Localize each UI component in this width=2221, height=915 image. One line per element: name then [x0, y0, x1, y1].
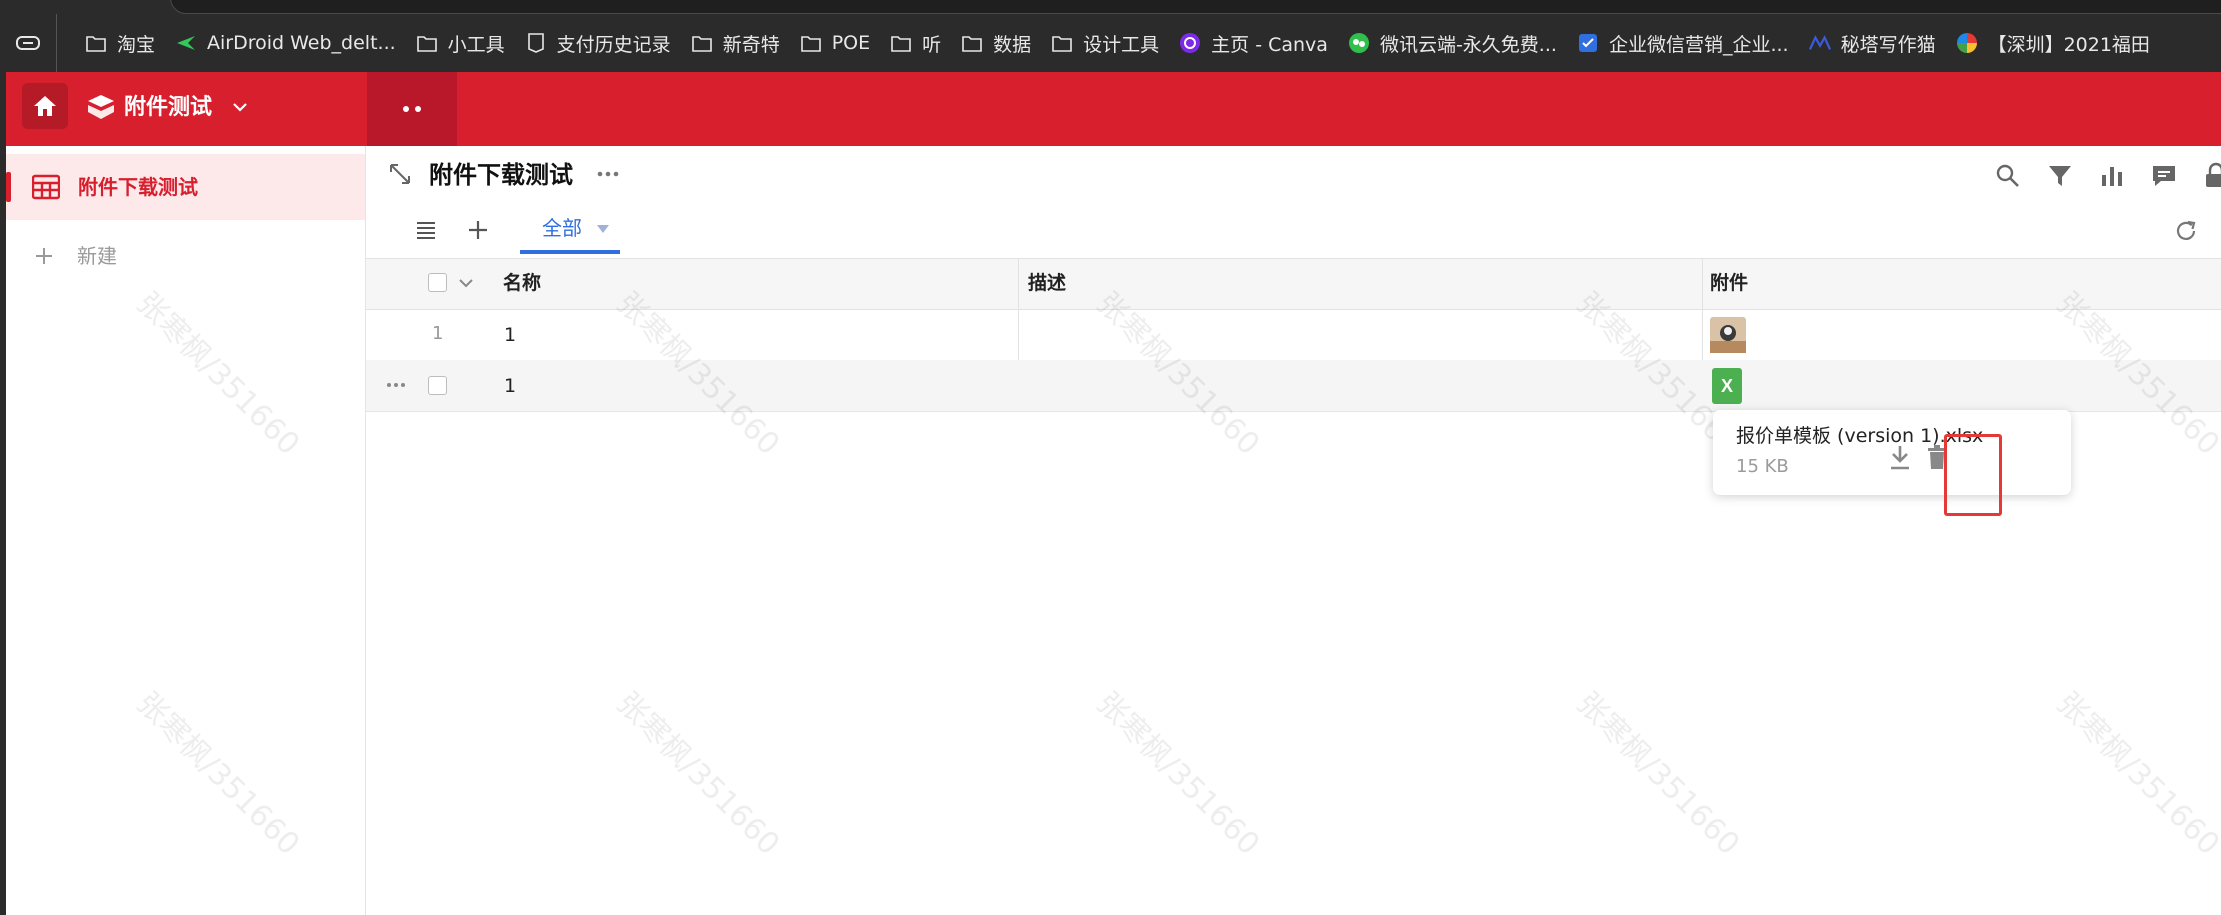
header-tab-more[interactable]: [367, 72, 457, 146]
chevron-down-icon[interactable]: [230, 97, 250, 117]
caret-down-icon[interactable]: [596, 224, 610, 234]
bookmark-wechat-cloud[interactable]: 微讯云端-永久免费...: [1348, 14, 1557, 72]
folder-icon: [85, 32, 107, 54]
tab-all-label: 全部: [542, 216, 582, 240]
chart-icon[interactable]: [2098, 162, 2126, 190]
cell-name[interactable]: 1: [504, 321, 516, 349]
folder-icon: [416, 32, 438, 54]
attachment-popover: 报价单模板 (version 1).xlsx 15 KB: [1713, 410, 2071, 495]
column-header-attachment[interactable]: 附件: [1710, 269, 1748, 297]
home-icon: [34, 96, 56, 116]
column-header-name[interactable]: 名称: [503, 269, 541, 297]
folder-icon: [691, 32, 713, 54]
chevron-down-icon[interactable]: [458, 277, 474, 289]
comment-icon[interactable]: [2150, 162, 2178, 190]
bookmark-listen[interactable]: 听: [890, 14, 941, 72]
canva-icon: [1179, 32, 1201, 54]
apps-icon[interactable]: [14, 14, 57, 72]
filter-icon[interactable]: [2046, 162, 2074, 190]
dot-icon: [403, 106, 409, 112]
bookmark-taobao[interactable]: 淘宝: [85, 14, 155, 72]
main-content: 附件下载测试 全部 名称 描述 附件 1 1 1 X 张寒枫/351660 张寒…: [130, 146, 2221, 915]
cell-name[interactable]: 1: [504, 372, 516, 400]
more-horizontal-icon[interactable]: [594, 162, 622, 186]
bookmark-metaso[interactable]: 秘塔写作猫: [1808, 14, 1936, 72]
folder-icon: [800, 32, 822, 54]
app-title[interactable]: 附件测试: [124, 92, 212, 124]
watermark: 张寒枫/351660: [609, 685, 787, 863]
sidebar-item-label: 附件下载测试: [78, 175, 198, 199]
app-header: 附件测试: [6, 72, 2221, 146]
sidebar-item-attachment-download-test[interactable]: 附件下载测试: [6, 154, 365, 220]
tab-all[interactable]: 全部: [520, 204, 620, 254]
watermark: 张寒枫/351660: [2049, 685, 2221, 863]
plus-icon: [36, 248, 52, 264]
download-icon[interactable]: [1887, 443, 1913, 473]
bookmark-payment-history[interactable]: 支付历史记录: [525, 14, 671, 72]
row-checkbox[interactable]: [428, 376, 447, 395]
app-logo-icon: [84, 91, 118, 125]
dot-icon: [415, 106, 421, 112]
table-row[interactable]: 1 1: [366, 309, 2221, 361]
add-view-icon[interactable]: [466, 218, 490, 242]
search-icon[interactable]: [1994, 162, 2022, 190]
wechat-cloud-icon: [1348, 32, 1370, 54]
folder-icon: [890, 32, 912, 54]
lock-icon[interactable]: [2202, 162, 2221, 190]
bookmark-data[interactable]: 数据: [961, 14, 1031, 72]
pinwheel-icon: [1956, 32, 1978, 54]
bookmark-wecom-marketing[interactable]: 企业微信营销_企业...: [1577, 14, 1789, 72]
address-bar[interactable]: [170, 0, 2221, 14]
expand-icon[interactable]: [388, 162, 412, 186]
image-thumbnail[interactable]: [1710, 317, 1746, 353]
bookmark-novelty[interactable]: 新奇特: [691, 14, 780, 72]
sidebar-new-button[interactable]: 新建: [6, 234, 365, 278]
checkbox-icon: [1577, 32, 1599, 54]
excel-file-icon[interactable]: X: [1712, 368, 1742, 404]
bookmark-shenzhen[interactable]: 【深圳】2021福田: [1956, 14, 2150, 72]
grid-header: [366, 258, 2221, 310]
active-indicator: [6, 172, 11, 202]
list-icon[interactable]: [414, 218, 438, 242]
table-row[interactable]: 1 X: [366, 360, 2221, 412]
page-title: 附件下载测试: [429, 161, 573, 189]
metaso-icon: [1808, 32, 1831, 54]
annotation-highlight-box: [1944, 434, 2002, 516]
excel-badge-letter: X: [1720, 375, 1733, 396]
attachment-file-size: 15 KB: [1736, 456, 1789, 477]
sidebar-new-label: 新建: [77, 244, 117, 268]
refresh-icon[interactable]: [2173, 218, 2199, 244]
bookmark-design-tools[interactable]: 设计工具: [1051, 14, 1159, 72]
browser-title-bar: [0, 0, 2221, 14]
table-icon: [32, 174, 60, 200]
row-index: 1: [432, 323, 444, 344]
bookmarks-bar: 淘宝 AirDroid Web_delt... 小工具 支付历史记录 新奇特 P…: [0, 14, 2221, 72]
watermark: 张寒枫/351660: [1089, 685, 1267, 863]
folder-icon: [961, 32, 983, 54]
bookmark-airdroid[interactable]: AirDroid Web_delt...: [175, 14, 396, 72]
folder-icon: [1051, 32, 1073, 54]
more-horizontal-icon[interactable]: [386, 380, 406, 390]
bookmark-poe[interactable]: POE: [800, 14, 870, 72]
epic-icon: [525, 32, 547, 54]
sidebar: 附件下载测试 新建: [6, 146, 366, 915]
home-button[interactable]: [22, 83, 68, 129]
bookmark-tools[interactable]: 小工具: [416, 14, 505, 72]
bookmark-canva[interactable]: 主页 - Canva: [1179, 14, 1328, 72]
tab-underline: [520, 250, 620, 254]
select-all-checkbox[interactable]: [428, 273, 447, 292]
column-header-description[interactable]: 描述: [1028, 269, 1066, 297]
watermark: 张寒枫/351660: [1569, 685, 1747, 863]
airdroid-icon: [175, 32, 197, 54]
